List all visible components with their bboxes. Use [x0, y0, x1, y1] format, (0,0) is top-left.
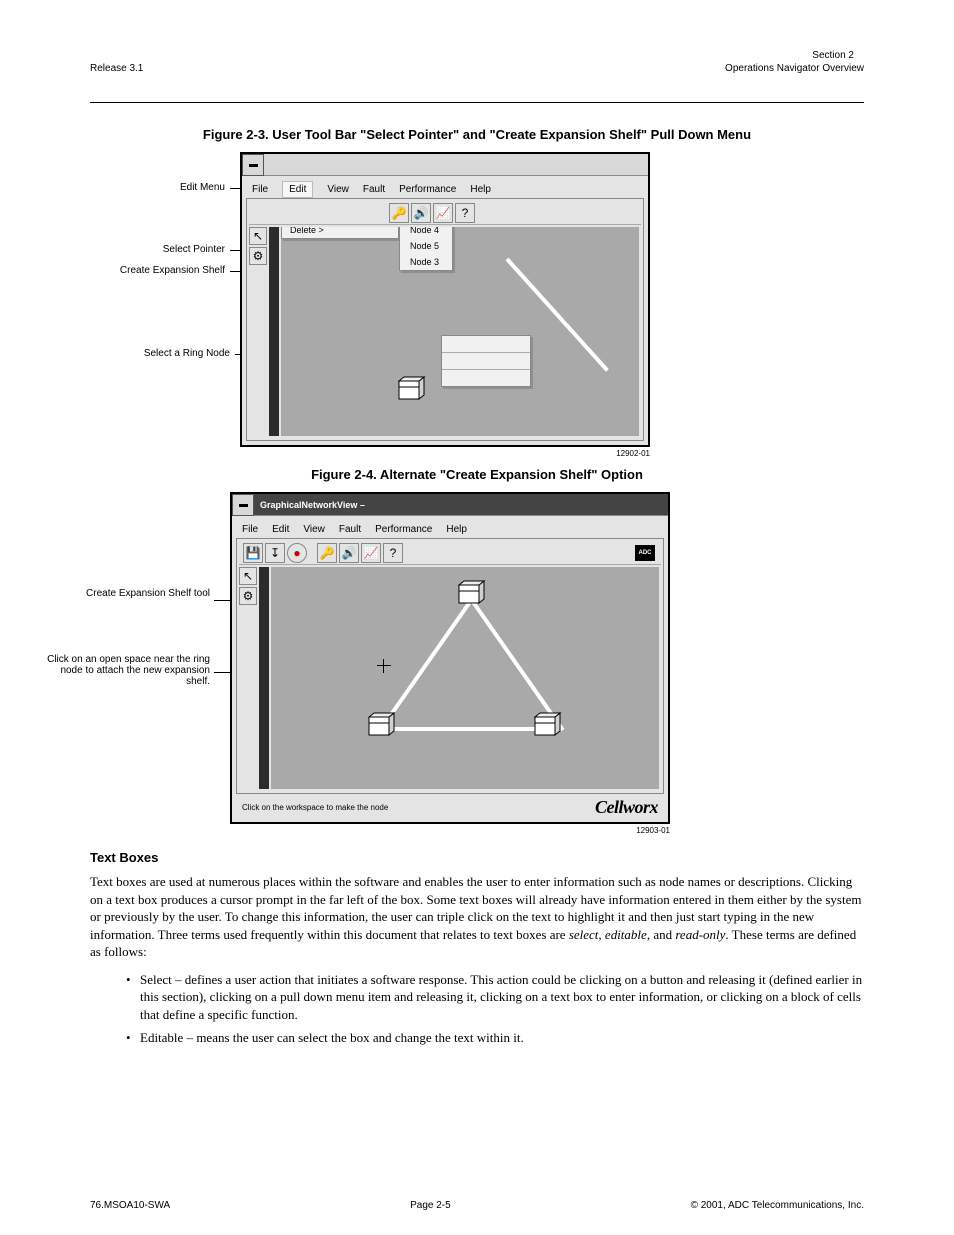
- menu-help[interactable]: Help: [470, 184, 491, 195]
- window-menu-icon[interactable]: [242, 154, 264, 176]
- title-bar: [264, 154, 648, 176]
- crosshair-cursor-icon: [377, 659, 391, 673]
- window-menu-icon[interactable]: [232, 494, 254, 516]
- footer-center: Page 2-5: [410, 1200, 451, 1211]
- help-icon[interactable]: ?: [383, 543, 403, 563]
- graph-icon[interactable]: 📈: [433, 203, 453, 223]
- app-frame: 💾 ↧ ● 🔑 🔊 📈 ? ADC ↖ ⚙: [236, 538, 664, 794]
- brand-small-icon: ADC: [635, 545, 655, 561]
- fig1-caption: Figure 2-3. User Tool Bar "Select Pointe…: [90, 127, 864, 142]
- toolbar: 💾 ↧ ● 🔑 🔊 📈 ? ADC: [239, 541, 661, 565]
- menu-view[interactable]: View: [327, 184, 349, 195]
- menu-performance[interactable]: Performance: [375, 524, 432, 535]
- fig1-window: File Edit View Fault Performance Help 🔑 …: [240, 152, 650, 447]
- graph-icon[interactable]: 📈: [361, 543, 381, 563]
- exit-icon[interactable]: ↧: [265, 543, 285, 563]
- callout-select-ring-label: Select a Ring Node: [130, 348, 230, 359]
- menu-fault[interactable]: Fault: [339, 524, 361, 535]
- fig1-num: 12902-01: [240, 449, 650, 458]
- title-text: GraphicalNetworkView –: [260, 500, 365, 510]
- edit-submenu: Node 2 Node 4 Node 5 Node 3: [399, 227, 453, 271]
- term-readonly: read-only: [675, 927, 725, 942]
- callout-tool-label: Create Expansion Shelf tool: [65, 588, 210, 599]
- key-icon[interactable]: 🔑: [317, 543, 337, 563]
- callout-edit-menu-label: Edit Menu: [125, 182, 225, 193]
- menu-fault[interactable]: Fault: [363, 184, 385, 195]
- callout-create-exp-label: Create Expansion Shelf: [80, 265, 225, 276]
- header-title: Operations Navigator Overview: [725, 63, 864, 74]
- ring-node-box[interactable]: [441, 335, 531, 387]
- edit-menu-popup: Create Expansion Shelf Delete >: [281, 227, 399, 239]
- bullet-1: • Select – defines a user action that in…: [126, 971, 864, 1024]
- canvas[interactable]: [271, 567, 659, 789]
- menu-edit[interactable]: Edit: [272, 524, 289, 535]
- section-heading: Text Boxes: [90, 850, 864, 865]
- key-icon[interactable]: 🔑: [389, 203, 409, 223]
- ring-link-bottom: [381, 727, 551, 731]
- server-node-icon[interactable]: [397, 375, 427, 405]
- pointer-tool-icon[interactable]: ↖: [249, 227, 267, 245]
- bullet-2: • Editable – means the user can select t…: [126, 1029, 864, 1047]
- submenu-node4[interactable]: Node 4: [400, 227, 452, 238]
- pointer-tool-icon[interactable]: ↖: [239, 567, 257, 585]
- canvas[interactable]: Create Expansion Shelf Delete > Node 2 N…: [281, 227, 639, 436]
- page-footer: 76.MSOA10-SWA Page 2-5 © 2001, ADC Telec…: [90, 1200, 864, 1211]
- menu-performance[interactable]: Performance: [399, 184, 456, 195]
- alarm-bar: [269, 227, 279, 436]
- menu-view[interactable]: View: [303, 524, 325, 535]
- submenu-node5[interactable]: Node 5: [400, 238, 452, 254]
- create-expansion-tool-icon[interactable]: ⚙: [249, 247, 267, 265]
- term-select: select: [569, 927, 599, 942]
- menu-file[interactable]: File: [252, 184, 268, 195]
- alarm-bar: [259, 567, 269, 789]
- header-rule: [90, 102, 864, 103]
- sound-icon[interactable]: 🔊: [339, 543, 359, 563]
- create-expansion-tool-icon[interactable]: ⚙: [239, 587, 257, 605]
- server-node-left-icon[interactable]: [367, 711, 397, 741]
- title-bar: GraphicalNetworkView –: [254, 494, 668, 516]
- status-bar: Click on the workspace to make the node …: [236, 796, 664, 818]
- menu-help[interactable]: Help: [446, 524, 467, 535]
- menubar: File Edit View Fault Performance Help: [236, 520, 664, 538]
- menu-file[interactable]: File: [242, 524, 258, 535]
- menu-item-delete[interactable]: Delete >: [282, 227, 398, 238]
- fig2-window: GraphicalNetworkView – File Edit View Fa…: [230, 492, 670, 824]
- menu-edit[interactable]: Edit: [282, 181, 313, 198]
- sound-icon[interactable]: 🔊: [411, 203, 431, 223]
- help-icon[interactable]: ?: [455, 203, 475, 223]
- footer-right: © 2001, ADC Telecommunications, Inc.: [691, 1200, 864, 1211]
- server-node-top-icon[interactable]: [457, 579, 487, 609]
- toolbar: 🔑 🔊 📈 ?: [249, 201, 641, 225]
- submenu-node3[interactable]: Node 3: [400, 254, 452, 270]
- para-1: Text boxes are used at numerous places w…: [90, 873, 864, 961]
- term-editable: editable: [605, 927, 647, 942]
- callout-cursor-label: Click on an open space near the ring nod…: [45, 654, 210, 687]
- callout-select-pointer-label: Select Pointer: [80, 244, 225, 255]
- footer-left: 76.MSOA10-SWA: [90, 1200, 170, 1211]
- side-toolbar: ↖ ⚙: [249, 227, 267, 265]
- fig2-num: 12903-01: [240, 826, 670, 835]
- brand-logo: Cellworx: [595, 797, 658, 818]
- menubar: File Edit View Fault Performance Help: [246, 180, 644, 198]
- app-frame: 🔑 🔊 📈 ? ↖ ⚙ Create Expansion Shelf Delet…: [246, 198, 644, 441]
- header-section: Section 2: [90, 50, 854, 61]
- header-release: Release 3.1: [90, 63, 143, 74]
- record-icon[interactable]: ●: [287, 543, 307, 563]
- status-text: Click on the workspace to make the node: [242, 803, 388, 812]
- fig2-caption: Figure 2-4. Alternate "Create Expansion …: [90, 467, 864, 482]
- server-node-right-icon[interactable]: [533, 711, 563, 741]
- save-icon[interactable]: 💾: [243, 543, 263, 563]
- body-text: Text boxes are used at numerous places w…: [90, 873, 864, 1047]
- side-toolbar: ↖ ⚙: [239, 567, 257, 605]
